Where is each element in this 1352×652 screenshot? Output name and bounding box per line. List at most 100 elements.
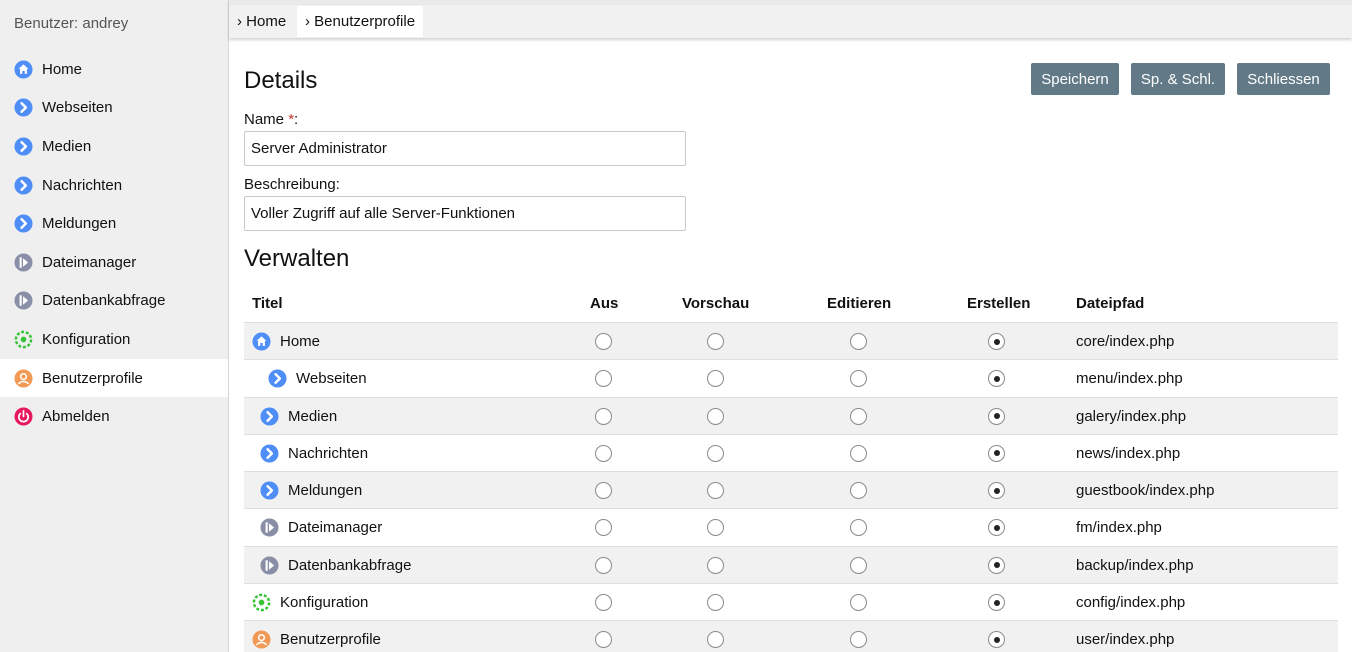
chevron-right-icon <box>14 214 33 233</box>
details-heading: Details <box>244 67 318 94</box>
table-row: Meldungen guestbook/index.php <box>244 471 1338 509</box>
chevron-right-icon <box>260 481 279 500</box>
radio-vorschau[interactable] <box>707 407 724 425</box>
sidebar-item-label: Medien <box>42 137 92 155</box>
row-filepath: galery/index.php <box>1076 407 1187 425</box>
table-row: Benutzerprofile user/index.php <box>244 620 1338 652</box>
sidebar-item-label: Home <box>42 60 83 78</box>
row-filepath: user/index.php <box>1076 631 1175 649</box>
radio-erstellen[interactable] <box>988 519 1005 537</box>
row-title: Meldungen <box>260 472 362 509</box>
radio-vorschau[interactable] <box>707 594 724 612</box>
radio-aus[interactable] <box>595 631 612 649</box>
row-filepath: news/index.php <box>1076 444 1181 462</box>
row-title: Benutzerprofile <box>252 621 381 652</box>
sidebar-item-home[interactable]: Home <box>0 50 228 89</box>
radio-erstellen[interactable] <box>988 631 1005 649</box>
radio-erstellen[interactable] <box>988 444 1005 462</box>
row-filepath: core/index.php <box>1076 333 1175 350</box>
radio-editieren[interactable] <box>850 519 867 537</box>
table-row: Webseiten menu/index.php <box>244 359 1338 396</box>
radio-vorschau[interactable] <box>707 482 724 500</box>
radio-aus[interactable] <box>595 333 612 350</box>
table-row: Konfiguration config/index.php <box>244 583 1338 620</box>
radio-editieren[interactable] <box>850 556 867 574</box>
close-button[interactable]: Schliessen <box>1237 63 1330 95</box>
table-row: Dateimanager fm/index.php <box>244 508 1338 545</box>
sidebar-item-medien[interactable]: Medien <box>0 127 228 166</box>
sidebar-item-dateimanager[interactable]: Dateimanager <box>0 243 228 282</box>
radio-vorschau[interactable] <box>707 631 724 649</box>
sidebar-item-datenbankabfrage[interactable]: Datenbankabfrage <box>0 282 228 321</box>
gear-icon <box>14 330 33 349</box>
sidebar-item-label: Dateimanager <box>42 253 137 271</box>
radio-editieren[interactable] <box>850 594 867 612</box>
sidebar-item-konfiguration[interactable]: Konfiguration <box>0 320 228 359</box>
radio-aus[interactable] <box>595 444 612 462</box>
home-icon <box>14 60 33 79</box>
sidebar-item-label: Konfiguration <box>42 330 131 348</box>
description-field[interactable] <box>244 196 686 231</box>
radio-editieren[interactable] <box>850 370 867 388</box>
home-icon <box>252 332 271 351</box>
radio-erstellen[interactable] <box>988 370 1005 388</box>
radio-aus[interactable] <box>595 370 612 388</box>
user-icon <box>14 369 33 388</box>
name-field[interactable] <box>244 131 686 166</box>
radio-aus[interactable] <box>595 594 612 612</box>
chevron-right-icon <box>14 98 33 117</box>
user-icon <box>252 630 271 649</box>
radio-editieren[interactable] <box>850 482 867 500</box>
radio-aus[interactable] <box>595 407 612 425</box>
sidebar-item-abmelden[interactable]: Abmelden <box>0 397 228 436</box>
row-filepath: guestbook/index.php <box>1076 482 1215 500</box>
sidebar-item-label: Nachrichten <box>42 176 123 194</box>
save-button[interactable]: Speichern <box>1031 63 1119 95</box>
sidebar-item-meldungen[interactable]: Meldungen <box>0 204 228 243</box>
row-title: Konfiguration <box>252 584 368 621</box>
breadcrumb-benutzerprofile[interactable]: › Benutzerprofile <box>297 6 424 37</box>
sidebar-item-label: Abmelden <box>42 408 110 426</box>
column-header-create: Erstellen <box>967 295 1031 312</box>
row-title: Nachrichten <box>260 435 368 472</box>
column-header-preview: Vorschau <box>682 295 750 312</box>
radio-erstellen[interactable] <box>988 407 1005 425</box>
radio-editieren[interactable] <box>850 444 867 462</box>
radio-erstellen[interactable] <box>988 556 1005 574</box>
row-title: Datenbankabfrage <box>260 547 411 584</box>
table-row: Medien galery/index.php <box>244 396 1338 434</box>
sidebar-item-webseiten[interactable]: Webseiten <box>0 89 228 128</box>
file-manager-icon <box>260 518 279 538</box>
sidebar-item-label: Datenbankabfrage <box>42 292 166 310</box>
radio-erstellen[interactable] <box>988 594 1005 612</box>
sidebar: Benutzer: andrey Home Webseiten Medien Nach… <box>0 0 229 652</box>
radio-editieren[interactable] <box>850 407 867 425</box>
row-title: Home <box>252 323 320 360</box>
radio-vorschau[interactable] <box>707 444 724 462</box>
chevron-right-icon <box>260 407 279 426</box>
table-row: Home core/index.php <box>244 322 1338 360</box>
save-and-close-button[interactable]: Sp. & Schl. <box>1131 63 1225 95</box>
radio-editieren[interactable] <box>850 631 867 649</box>
radio-vorschau[interactable] <box>707 333 724 350</box>
column-header-title: Titel <box>252 295 283 312</box>
radio-vorschau[interactable] <box>707 370 724 388</box>
table-row: Datenbankabfrage backup/index.php <box>244 545 1338 584</box>
radio-aus[interactable] <box>595 482 612 500</box>
sidebar-item-benutzerprofile[interactable]: Benutzerprofile <box>0 358 228 398</box>
radio-aus[interactable] <box>595 519 612 537</box>
row-title: Dateimanager <box>260 509 382 546</box>
radio-vorschau[interactable] <box>707 519 724 537</box>
radio-erstellen[interactable] <box>988 333 1005 350</box>
row-filepath: menu/index.php <box>1076 370 1183 388</box>
breadcrumb-home[interactable]: › Home <box>229 6 294 37</box>
chevron-right-icon <box>260 444 279 463</box>
name-label: Name *: <box>244 111 299 128</box>
radio-editieren[interactable] <box>850 333 867 350</box>
sidebar-item-label: Benutzerprofile <box>42 369 143 387</box>
sidebar-item-nachrichten[interactable]: Nachrichten <box>0 166 228 205</box>
file-manager-icon <box>14 253 33 272</box>
radio-aus[interactable] <box>595 556 612 574</box>
radio-vorschau[interactable] <box>707 556 724 574</box>
radio-erstellen[interactable] <box>988 482 1005 500</box>
